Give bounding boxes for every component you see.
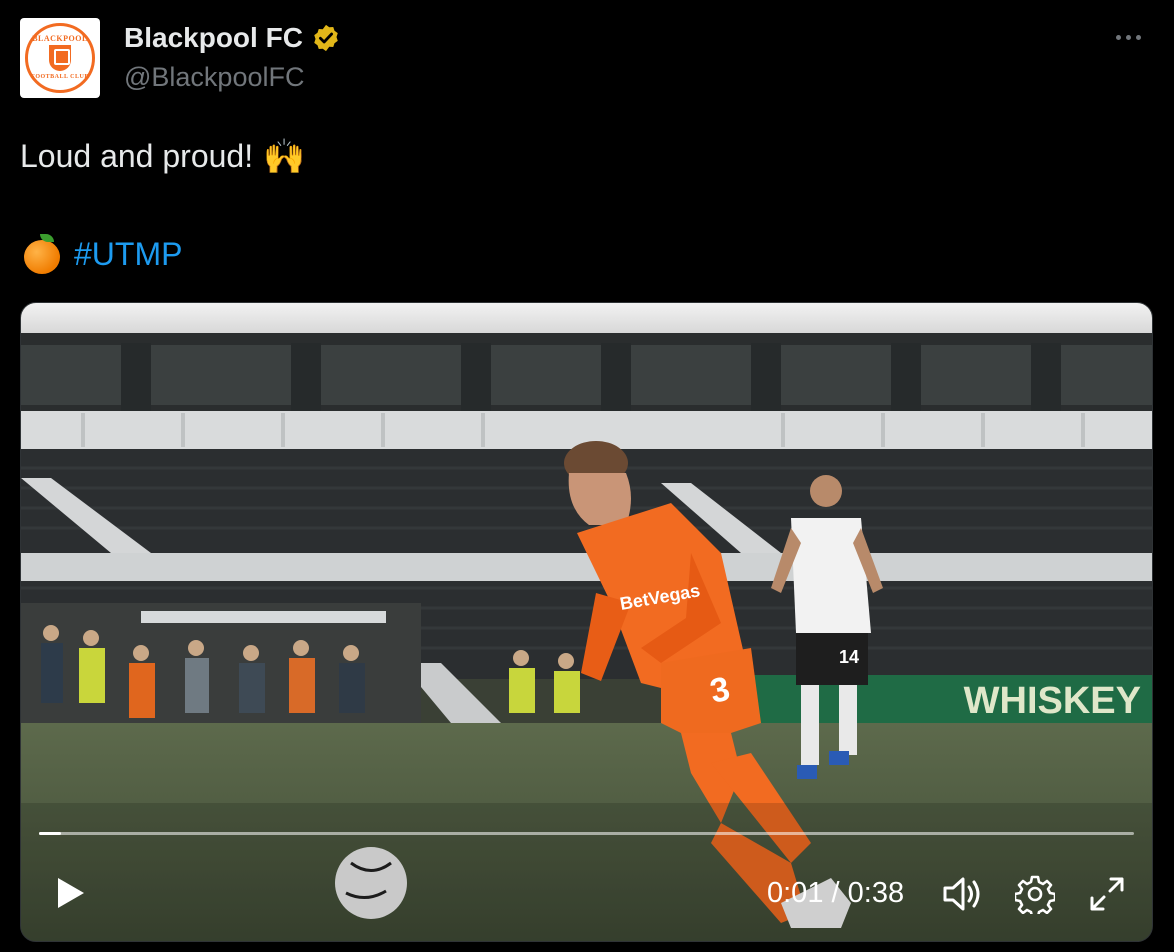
- display-name[interactable]: Blackpool FC: [124, 22, 303, 54]
- progress-bar[interactable]: [39, 832, 1134, 835]
- progress-fill: [39, 832, 61, 835]
- fullscreen-icon[interactable]: [1087, 874, 1127, 914]
- crest-text-top: BLACKPOOL: [32, 34, 88, 43]
- more-horizontal-icon[interactable]: [1116, 30, 1152, 44]
- crest-text-bottom: FOOTBALL CLUB: [31, 74, 89, 80]
- play-icon[interactable]: [49, 873, 89, 913]
- hashtag-row: #UTMP: [22, 234, 182, 274]
- time-display: 0:01 / 0:38: [767, 877, 904, 910]
- time-separator: /: [831, 877, 840, 909]
- post-text-body: Loud and proud!: [20, 138, 254, 174]
- raising-hands-emoji: 🙌: [263, 137, 306, 176]
- post-text: Loud and proud! 🙌: [20, 138, 305, 175]
- avatar[interactable]: BLACKPOOL FOOTBALL CLUB: [20, 18, 100, 98]
- blackpool-crest-icon: BLACKPOOL FOOTBALL CLUB: [25, 23, 95, 93]
- current-time: 0:01: [767, 877, 824, 909]
- duration: 0:38: [847, 877, 905, 909]
- hashtag-link[interactable]: #UTMP: [74, 236, 182, 273]
- handle[interactable]: @BlackpoolFC: [124, 62, 304, 93]
- volume-icon[interactable]: [941, 874, 983, 914]
- banner-text: WHISKEY: [964, 680, 1141, 722]
- verified-badge-icon[interactable]: [311, 23, 341, 53]
- opponent-number: 14: [839, 647, 859, 667]
- gear-icon[interactable]: [1015, 874, 1055, 914]
- author-name-row: Blackpool FC: [124, 22, 341, 54]
- video-player[interactable]: WHISKEY 14 BetVegas 3 0:01 / 0:38: [20, 302, 1153, 942]
- orange-fruit-icon: [22, 234, 62, 274]
- video-frame: WHISKEY 14 BetVegas 3: [21, 303, 1152, 941]
- crest-shield: [49, 45, 71, 71]
